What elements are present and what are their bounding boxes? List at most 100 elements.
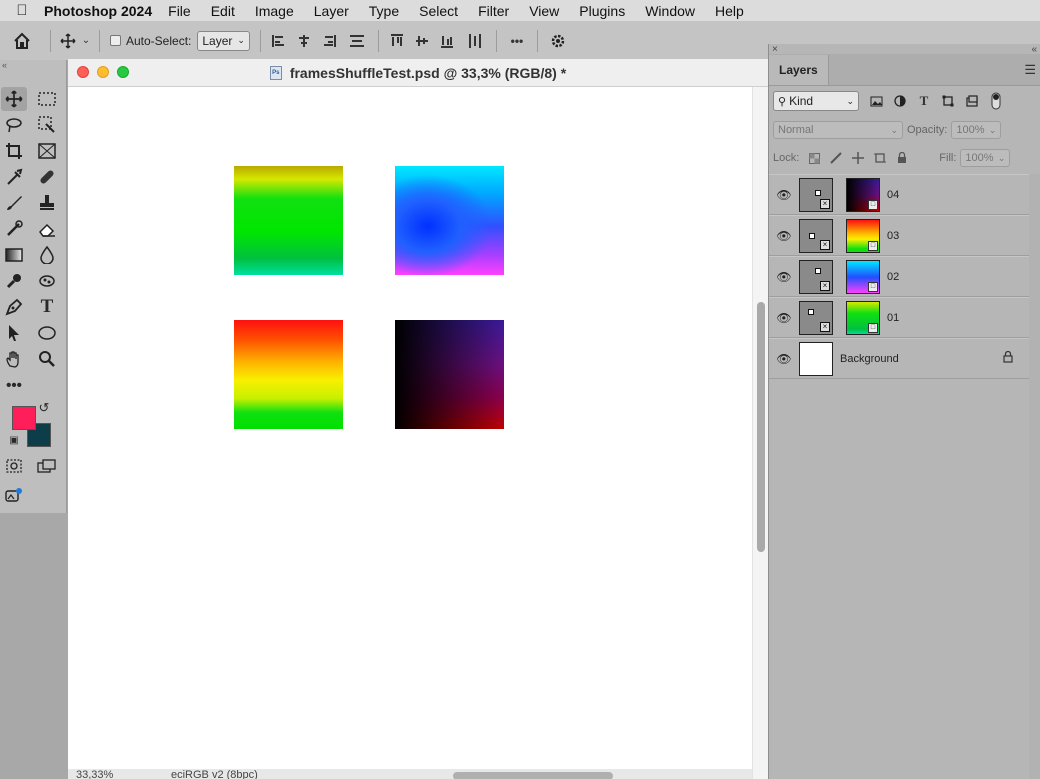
menu-filter[interactable]: Filter [478,3,509,19]
menu-window[interactable]: Window [645,3,695,19]
menu-layer[interactable]: Layer [314,3,349,19]
gear-icon[interactable] [544,33,572,49]
app-menu[interactable]: Photoshop 2024 [44,3,152,19]
generative-fill-icon[interactable] [1,484,27,508]
close-window-button[interactable] [77,66,89,78]
layer-thumbnail[interactable]: □ [846,300,880,335]
align-horizontal-centers-icon[interactable] [292,34,317,48]
type-tool-icon[interactable]: T [34,295,60,319]
layer-mask-thumbnail[interactable]: × [799,218,833,253]
swap-colors-icon[interactable]: ↺ [36,400,52,416]
move-tool-icon[interactable] [1,87,27,111]
ellipse-tool-icon[interactable] [34,321,60,345]
square-03[interactable] [234,320,343,429]
layer-mask-thumbnail[interactable]: × [799,300,833,335]
layer-name[interactable]: 02 [887,271,899,283]
crop-icon[interactable] [1,139,27,163]
canvas[interactable] [68,87,752,769]
lock-transparent-pixels-icon[interactable] [807,151,821,165]
apple-menu-icon[interactable]:  [0,2,44,19]
eraser-icon[interactable] [34,217,60,241]
align-right-edges-icon[interactable] [317,34,342,48]
zoom-level[interactable]: 33,33% [76,769,113,779]
layer-mask-thumbnail[interactable]: × [799,259,833,294]
layer-row-background[interactable]: 👁 Background [769,338,1029,379]
filter-toggle-icon[interactable] [989,92,1003,110]
eye-icon[interactable]: 👁 [769,229,799,243]
menu-help[interactable]: Help [715,3,744,19]
zoom-icon[interactable] [34,347,60,371]
lock-artboards-icon[interactable] [873,151,887,165]
auto-select-checkbox[interactable] [110,35,121,46]
chevron-down-icon[interactable]: ⌄ [79,35,93,46]
fill-input[interactable]: 100% ⌄ [960,149,1011,167]
align-vertical-centers-icon[interactable] [410,34,435,48]
square-02[interactable] [395,166,504,275]
clone-stamp-icon[interactable] [34,191,60,215]
layer-row-01[interactable]: 👁 × □ 01 [769,297,1029,338]
eye-icon[interactable]: 👁 [769,270,799,284]
layer-row-04[interactable]: 👁 × □ 04 [769,174,1029,215]
panel-collapse-icon[interactable]: « [0,60,66,74]
layer-thumbnail[interactable]: □ [846,177,880,212]
sponge-icon[interactable] [34,269,60,293]
eye-icon[interactable]: 👁 [769,311,799,325]
layer-thumbnail[interactable]: □ [846,218,880,253]
edit-toolbar-icon[interactable]: ••• [1,373,27,397]
eye-icon[interactable]: 👁 [769,188,799,202]
menu-select[interactable]: Select [419,3,458,19]
layer-thumbnail[interactable] [799,341,833,376]
layers-scrollbar[interactable] [1029,174,1040,779]
move-tool-preset-icon[interactable] [57,32,79,49]
more-options-icon[interactable]: ••• [503,34,531,48]
layer-mask-thumbnail[interactable]: × [799,177,833,212]
brush-icon[interactable] [1,191,27,215]
distribute-horizontally-icon[interactable] [342,34,372,48]
layer-name[interactable]: 01 [887,312,899,324]
menu-type[interactable]: Type [369,3,399,19]
foreground-color-swatch[interactable] [12,406,36,430]
align-left-edges-icon[interactable] [267,34,292,48]
align-top-edges-icon[interactable] [385,33,410,48]
eyedropper-icon[interactable] [1,165,27,189]
layer-thumbnail[interactable]: □ [846,259,880,294]
default-colors-icon[interactable]: ▣ [6,432,22,448]
square-01[interactable] [234,166,343,275]
screen-mode-icon[interactable] [34,454,60,478]
scrollbar-thumb[interactable] [757,302,765,552]
lock-all-icon[interactable] [895,151,909,165]
document-title-bar[interactable]: Ps framesShuffleTest.psd @ 33,3% (RGB/8)… [68,59,768,87]
menu-plugins[interactable]: Plugins [579,3,625,19]
layer-name[interactable]: 03 [887,230,899,242]
close-panel-icon[interactable]: × [772,44,778,55]
layer-name[interactable]: Background [840,353,1003,365]
menu-view[interactable]: View [529,3,559,19]
hand-icon[interactable] [1,347,27,371]
minimize-window-button[interactable] [97,66,109,78]
menu-edit[interactable]: Edit [211,3,235,19]
opacity-input[interactable]: 100% ⌄ [951,121,1002,139]
gradient-icon[interactable] [1,243,27,267]
menu-image[interactable]: Image [255,3,294,19]
filter-kind-select[interactable]: ⚲ Kind ⌄ [773,91,859,111]
home-icon[interactable] [0,32,44,50]
collapse-panel-icon[interactable]: « [1031,44,1037,55]
filter-pixel-icon[interactable] [869,94,883,108]
lock-image-pixels-icon[interactable] [829,151,843,165]
filter-smart-object-icon[interactable] [965,94,979,108]
square-04[interactable] [395,320,504,429]
color-profile[interactable]: eciRGB v2 (8bpc) [171,769,258,779]
panel-menu-icon[interactable]: ☰ [1024,62,1036,78]
quick-mask-icon[interactable] [1,454,27,478]
auto-select-target-select[interactable]: Layer ⌄ [197,30,250,51]
vertical-scrollbar[interactable] [752,87,768,779]
dodge-icon[interactable] [1,269,27,293]
eye-icon[interactable]: 👁 [769,352,799,366]
layer-name[interactable]: 04 [887,189,899,201]
filter-type-icon[interactable]: T [917,93,931,108]
layer-row-02[interactable]: 👁 × □ 02 [769,256,1029,297]
lock-position-icon[interactable] [851,151,865,165]
healing-brush-icon[interactable] [34,165,60,189]
history-brush-icon[interactable] [1,217,27,241]
filter-shape-icon[interactable] [941,94,955,108]
